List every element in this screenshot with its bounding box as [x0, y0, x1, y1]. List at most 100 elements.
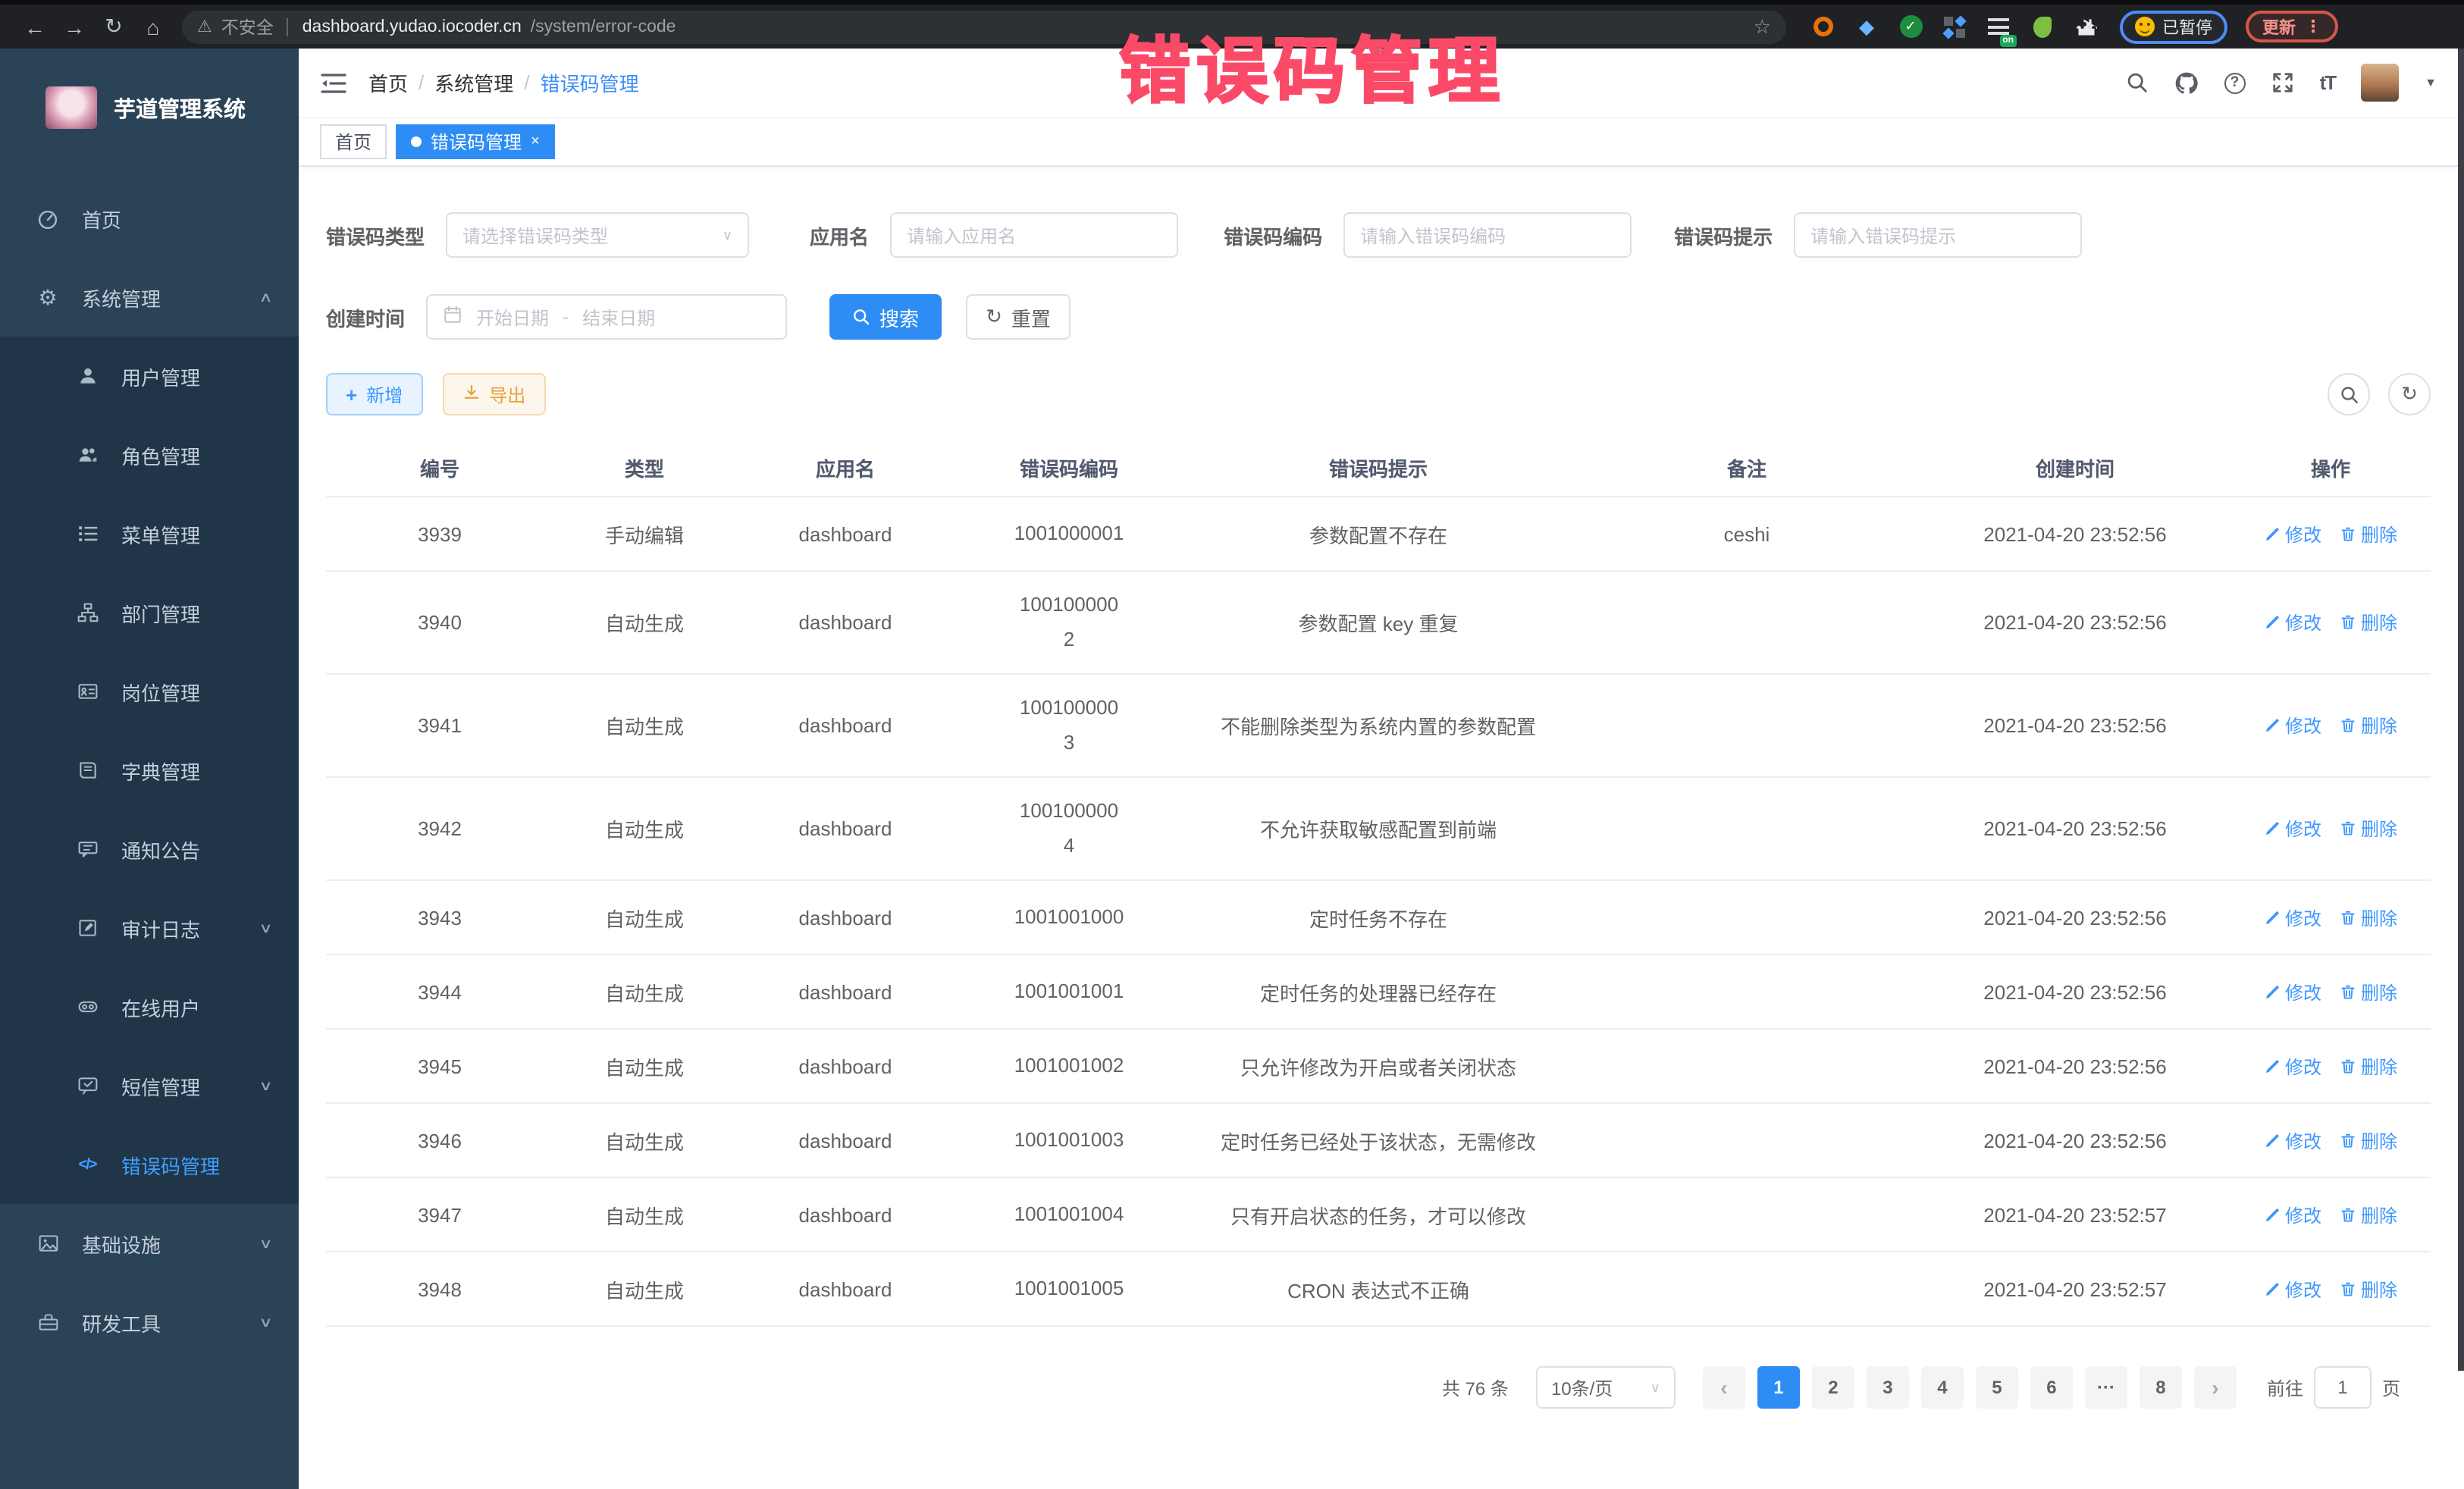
delete-link[interactable]: 删除	[2340, 1127, 2397, 1153]
toggle-search-button[interactable]	[2328, 373, 2370, 415]
id-card-icon	[74, 681, 100, 702]
extension-green-check-icon[interactable]: ✓	[1898, 14, 1923, 39]
page-button[interactable]: 5	[1976, 1366, 2018, 1409]
delete-link[interactable]: 删除	[2340, 816, 2397, 842]
add-button[interactable]: + 新增	[326, 373, 422, 415]
filter-row-1: 错误码类型 请选择错误码类型 ∨ 应用名 请输入应用名 错误码编码 请输入错误码…	[326, 212, 2431, 258]
avatar[interactable]	[2361, 64, 2399, 102]
edit-link[interactable]: 修改	[2264, 1127, 2321, 1153]
browser-forward-icon[interactable]: →	[55, 14, 94, 39]
edit-link[interactable]: 修改	[2264, 713, 2321, 738]
sidebar-item-announcements[interactable]: 通知公告	[0, 810, 299, 889]
sidebar-item-audit-log[interactable]: 审计日志 ∨	[0, 889, 299, 967]
edit-link[interactable]: 修改	[2264, 1053, 2321, 1079]
extension-leaf-icon[interactable]	[2030, 14, 2055, 39]
goto-page-input[interactable]: 1	[2314, 1366, 2372, 1409]
sidebar-item-departments[interactable]: 部门管理	[0, 573, 299, 652]
avatar-caret-icon[interactable]: ▼	[2425, 76, 2437, 89]
goto-unit-label: 页	[2382, 1375, 2400, 1400]
address-bar[interactable]: ⚠ 不安全 dashboard.yudao.iocoder.cn/system/…	[182, 10, 1786, 43]
filter-label-code: 错误码编码	[1224, 221, 1322, 249]
browser-scrollbar[interactable]	[2458, 49, 2464, 1371]
date-range-picker[interactable]: 开始日期 - 结束日期	[426, 294, 787, 340]
bookmark-star-icon[interactable]: ☆	[1754, 14, 1771, 39]
prev-page-button[interactable]: ‹	[1703, 1366, 1745, 1409]
browser-back-icon[interactable]: ←	[15, 14, 55, 39]
breadcrumb-home[interactable]: 首页	[368, 68, 408, 97]
delete-link[interactable]: 删除	[2340, 1276, 2397, 1302]
extension-switch-on-icon[interactable]: on	[1986, 14, 2011, 39]
sidebar-item-dev-tools[interactable]: 研发工具 ∨	[0, 1283, 299, 1362]
app-name-input[interactable]: 请输入应用名	[890, 212, 1178, 258]
sidebar-item-dictionary[interactable]: 字典管理	[0, 731, 299, 810]
start-date-placeholder: 开始日期	[476, 304, 549, 330]
edit-link[interactable]: 修改	[2264, 1202, 2321, 1227]
app-logo-row[interactable]: 芋道管理系统	[0, 49, 299, 146]
sidebar-item-home[interactable]: 首页	[0, 179, 299, 258]
extension-ring-icon[interactable]	[1810, 14, 1835, 39]
edit-link[interactable]: 修改	[2264, 816, 2321, 842]
page-button[interactable]: 2	[1812, 1366, 1854, 1409]
page-button[interactable]: ···	[2085, 1366, 2127, 1409]
page-button[interactable]: 1	[1757, 1366, 1800, 1409]
error-type-select[interactable]: 请选择错误码类型 ∨	[446, 212, 749, 258]
sidebar-item-roles[interactable]: 角色管理	[0, 415, 299, 494]
github-icon[interactable]	[2174, 71, 2199, 95]
fullscreen-icon[interactable]	[2271, 71, 2294, 94]
browser-reload-icon[interactable]: ↻	[94, 14, 133, 39]
refresh-table-button[interactable]: ↻	[2388, 373, 2431, 415]
sidebar-item-sms[interactable]: 短信管理 ∨	[0, 1046, 299, 1125]
sidebar-item-users[interactable]: 用户管理	[0, 337, 299, 415]
edit-link[interactable]: 修改	[2264, 904, 2321, 930]
extension-grid-icon[interactable]	[1942, 14, 1967, 39]
cell-type: 自动生成	[553, 711, 735, 740]
sidebar-item-infrastructure[interactable]: 基础设施 ∨	[0, 1204, 299, 1283]
browser-menu-dots-icon[interactable]: ⋮	[2305, 17, 2321, 36]
cell-actions: 修改 删除	[2230, 1053, 2431, 1079]
page-button[interactable]: 4	[1921, 1366, 1964, 1409]
browser-update-button[interactable]: 更新 ⋮	[2246, 11, 2338, 42]
delete-link[interactable]: 删除	[2340, 1053, 2397, 1079]
users-icon	[74, 444, 100, 466]
delete-link[interactable]: 删除	[2340, 979, 2397, 1005]
help-icon[interactable]: ?	[2224, 72, 2246, 93]
error-code-input[interactable]: 请输入错误码编码	[1343, 212, 1632, 258]
delete-link[interactable]: 删除	[2340, 904, 2397, 930]
extensions-puzzle-icon[interactable]	[2074, 14, 2099, 39]
sidebar-item-system[interactable]: ⚙ 系统管理 ∧	[0, 258, 299, 337]
breadcrumb-system[interactable]: 系统管理	[434, 68, 513, 97]
edit-link[interactable]: 修改	[2264, 610, 2321, 635]
delete-link[interactable]: 删除	[2340, 521, 2397, 547]
edit-link[interactable]: 修改	[2264, 521, 2321, 547]
tag-home[interactable]: 首页	[320, 124, 387, 159]
search-icon[interactable]	[2126, 71, 2149, 94]
export-button[interactable]: 导出	[442, 373, 545, 415]
sidebar-item-menus[interactable]: 菜单管理	[0, 494, 299, 573]
error-code-table: 编号 类型 应用名 错误码编码 错误码提示 备注 创建时间 操作 3939 手动…	[326, 440, 2431, 1327]
hamburger-icon[interactable]	[320, 71, 347, 95]
edit-link[interactable]: 修改	[2264, 1276, 2321, 1302]
extension-gem-icon[interactable]: ◆	[1854, 14, 1879, 39]
delete-link[interactable]: 删除	[2340, 713, 2397, 738]
tag-error-code[interactable]: 错误码管理 ×	[396, 124, 555, 159]
page-button[interactable]: 3	[1867, 1366, 1909, 1409]
edit-link[interactable]: 修改	[2264, 979, 2321, 1005]
page-size-select[interactable]: 10条/页 ∨	[1536, 1366, 1676, 1409]
reset-button[interactable]: ↻ 重置	[966, 294, 1071, 340]
profile-paused-pill[interactable]: 已暂停	[2120, 10, 2227, 43]
browser-home-icon[interactable]: ⌂	[133, 14, 173, 39]
app-shell: 芋道管理系统 首页 ⚙ 系统管理 ∧	[0, 49, 2464, 1489]
page-button[interactable]: 8	[2140, 1366, 2182, 1409]
next-page-button[interactable]: ›	[2194, 1366, 2237, 1409]
chevron-down-icon: ∨	[259, 920, 273, 936]
search-button[interactable]: 搜索	[829, 294, 942, 340]
sidebar-item-error-code[interactable]: </> 错误码管理	[0, 1125, 299, 1204]
page-button[interactable]: 6	[2030, 1366, 2073, 1409]
delete-link[interactable]: 删除	[2340, 1202, 2397, 1227]
close-icon[interactable]: ×	[531, 133, 540, 150]
font-size-icon[interactable]: tT	[2320, 71, 2336, 94]
sidebar-item-posts[interactable]: 岗位管理	[0, 652, 299, 731]
sidebar-item-online-users[interactable]: 在线用户	[0, 967, 299, 1046]
delete-link[interactable]: 删除	[2340, 610, 2397, 635]
error-message-input[interactable]: 请输入错误码提示	[1794, 212, 2082, 258]
